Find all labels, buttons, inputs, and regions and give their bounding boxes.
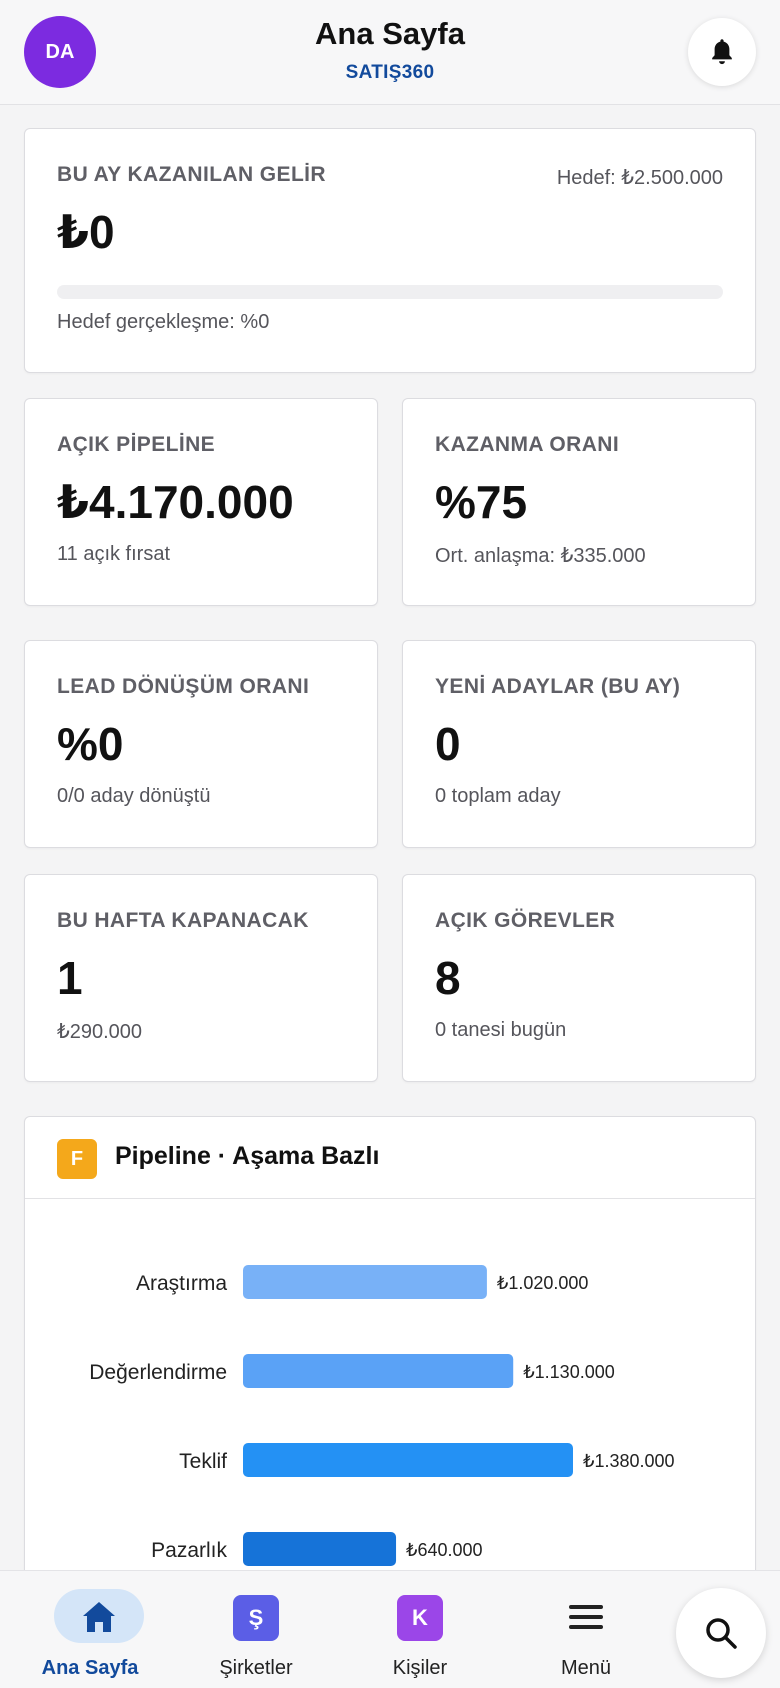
companies-icon: Ş (233, 1595, 279, 1641)
new-leads-card[interactable]: YENİ ADAYLAR (BU AY) 0 0 toplam aday (402, 640, 756, 848)
metric-subtext: 0 tanesi bugün (435, 1019, 567, 1041)
bar-value-label: ₺640.000 (406, 1540, 483, 1560)
bar-value-label: ₺1.380.000 (583, 1451, 675, 1471)
metric-label: YENİ ADAYLAR (BU AY) (435, 675, 681, 698)
metric-label: AÇIK GÖREVLER (435, 909, 616, 932)
bar-value-label: ₺1.020.000 (497, 1273, 589, 1293)
companies-icon-letter: Ş (248, 1605, 264, 1630)
page-title: Ana Sayfa (315, 16, 465, 51)
menu-icon (569, 1605, 603, 1629)
pipeline-badge-letter: F (70, 1147, 84, 1170)
header-title-group: Ana Sayfa SATIŞ360 (0, 16, 780, 84)
nav-label: Kişiler (392, 1657, 448, 1679)
nav-item-people[interactable]: K Kişiler (340, 1571, 500, 1688)
people-icon-letter: K (412, 1605, 428, 1630)
metric-value: 0 (435, 718, 461, 770)
stage-bar[interactable] (243, 1532, 397, 1566)
category-label: Pazarlık (151, 1539, 227, 1562)
revenue-target: Hedef: ₺2.500.000 (556, 167, 723, 189)
lead-conversion-card[interactable]: LEAD DÖNÜŞÜM ORANI %0 0/0 aday dönüştü (24, 640, 378, 848)
target-progress-bar (57, 285, 723, 299)
search-button[interactable] (676, 1588, 766, 1678)
people-icon: K (397, 1595, 443, 1641)
metric-value: 8 (435, 952, 461, 1004)
stage-bar[interactable] (243, 1265, 487, 1299)
bottom-navigation: Ana Sayfa Ş Şirketler K Kişiler Menü (0, 1570, 780, 1688)
metric-value: %0 (57, 718, 124, 770)
open-tasks-card[interactable]: AÇIK GÖREVLER 8 0 tanesi bugün (402, 874, 756, 1082)
category-label: Değerlendirme (89, 1361, 227, 1384)
metric-subtext: 11 açık fırsat (57, 543, 171, 565)
pipeline-title: Pipeline · Aşama Bazlı (115, 1142, 380, 1170)
category-label: Araştırma (136, 1272, 227, 1295)
metric-value: ₺4.170.000 (57, 476, 294, 528)
nav-item-companies[interactable]: Ş Şirketler (176, 1571, 336, 1688)
metric-value: 1 (57, 952, 83, 1004)
bell-icon (712, 39, 732, 65)
metric-subtext: 0 toplam aday (435, 785, 561, 807)
metric-subtext: 0/0 aday dönüştü (57, 785, 211, 807)
app-header: DA Ana Sayfa SATIŞ360 (0, 0, 780, 105)
nav-item-menu[interactable]: Menü (506, 1571, 666, 1688)
metric-value: %75 (435, 476, 528, 528)
revenue-value: ₺0 (57, 206, 115, 258)
search-icon (706, 1618, 737, 1649)
target-progress-text: Hedef gerçekleşme: %0 (57, 311, 270, 333)
monthly-revenue-card[interactable]: BU AY KAZANILAN GELİR ₺0 Hedef: ₺2.500.0… (24, 128, 756, 373)
metric-label: AÇIK PİPELİNE (57, 433, 216, 456)
brand-name: SATIŞ360 (345, 62, 435, 83)
notifications-button[interactable] (688, 18, 756, 86)
nav-label: Menü (560, 1657, 612, 1679)
win-rate-card[interactable]: KAZANMA ORANI %75 Ort. anlaşma: ₺335.000 (402, 398, 756, 606)
stage-bar[interactable] (243, 1354, 514, 1388)
home-icon (83, 1602, 115, 1632)
stage-bar[interactable] (243, 1443, 573, 1477)
pipeline-card-header: F Pipeline · Aşama Bazlı (25, 1117, 755, 1199)
nav-item-home[interactable]: Ana Sayfa (10, 1571, 170, 1688)
nav-label: Şirketler (219, 1657, 293, 1679)
metric-label: LEAD DÖNÜŞÜM ORANI (57, 675, 310, 698)
metric-label: KAZANMA ORANI (435, 433, 620, 456)
metric-label: BU HAFTA KAPANACAK (57, 909, 309, 932)
nav-label: Ana Sayfa (41, 1657, 139, 1679)
metric-subtext: ₺290.000 (57, 1021, 143, 1043)
open-pipeline-card[interactable]: AÇIK PİPELİNE ₺4.170.000 11 açık fırsat (24, 398, 378, 606)
closing-this-week-card[interactable]: BU HAFTA KAPANACAK 1 ₺290.000 (24, 874, 378, 1082)
category-label: Teklif (179, 1450, 227, 1473)
pipeline-badge: F (57, 1139, 97, 1179)
metric-subtext: Ort. anlaşma: ₺335.000 (435, 545, 646, 567)
bar-value-label: ₺1.130.000 (523, 1362, 615, 1382)
